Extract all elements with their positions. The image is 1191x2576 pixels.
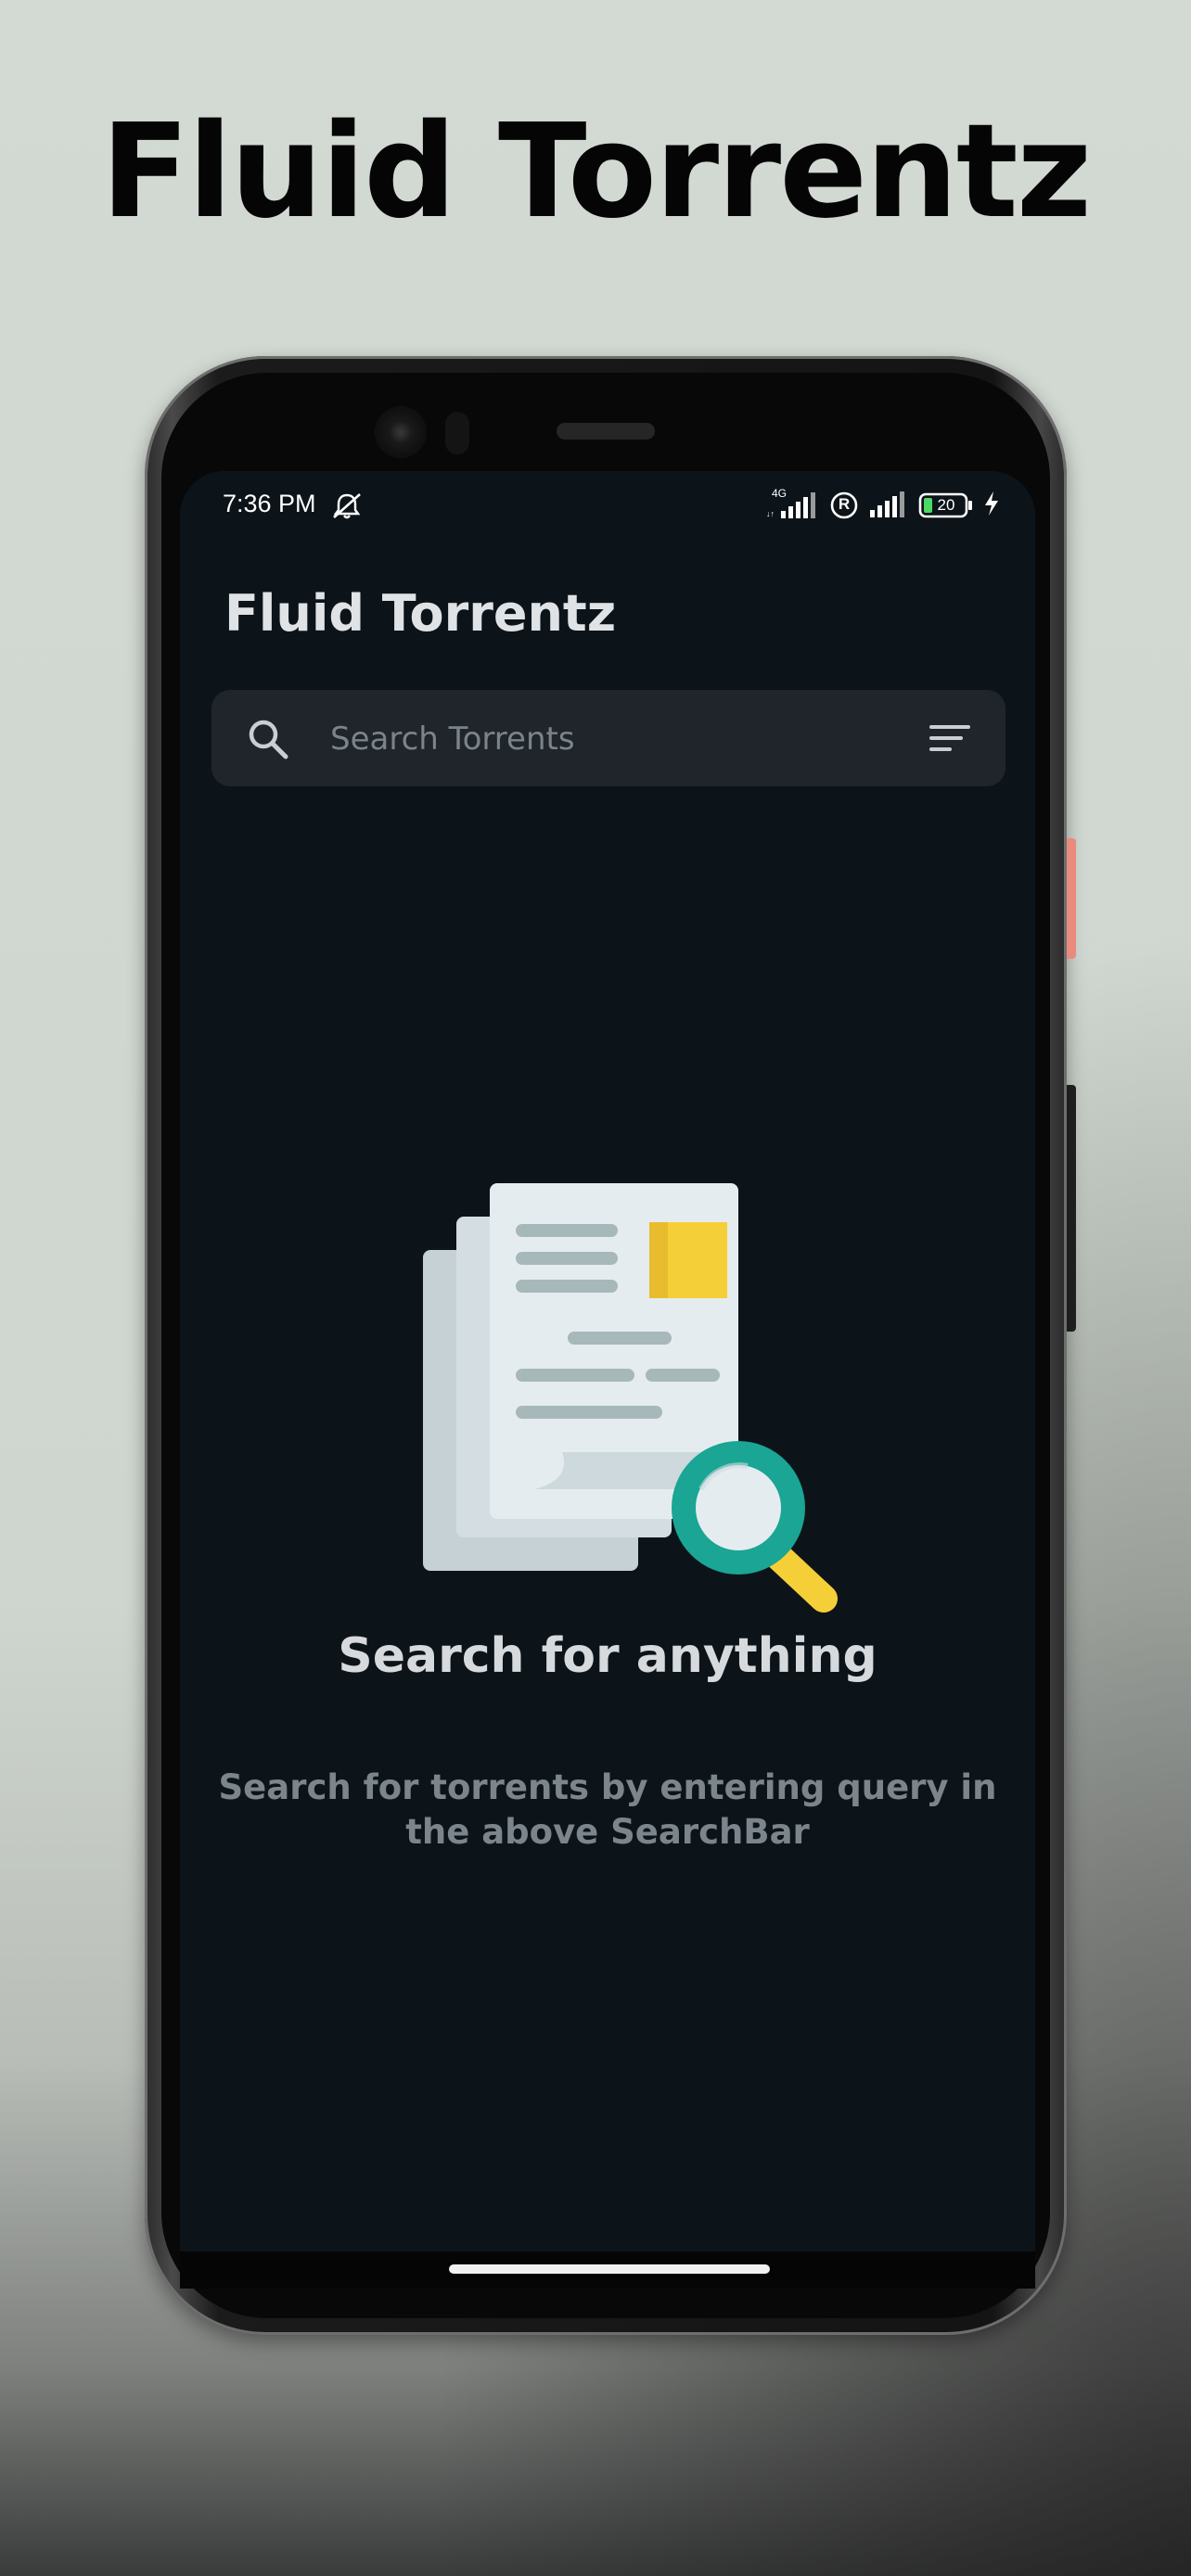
charging-bolt-icon [983,491,1000,520]
home-indicator[interactable] [449,2264,770,2274]
signal-icon: 4G ↓↑ [766,487,820,522]
signal-icon [868,488,909,523]
status-icons: 4G ↓↑ R 20 [766,487,1000,523]
dnd-bell-off-icon [330,491,364,525]
roaming-icon: R [829,491,859,520]
front-camera [375,406,427,458]
proximity-sensor [445,412,469,454]
battery-icon: 20 [918,491,974,519]
earpiece-speaker [557,423,655,440]
search-bar[interactable] [211,690,1005,786]
search-icon[interactable] [245,716,291,766]
documents-magnifier-illustration [423,1183,850,1623]
svg-text:↓↑: ↓↑ [766,509,775,518]
roaming-badge: R [838,495,851,513]
app-screen: 7:36 PM 4G ↓↑ R 20 Fluid Torrentz Search… [180,471,1035,2251]
app-title: Fluid Torrentz [224,584,617,643]
status-bar: 7:36 PM 4G ↓↑ R 20 [180,471,1035,542]
search-input[interactable] [328,710,889,768]
filter-list-icon[interactable] [929,723,970,757]
empty-state-subtitle: Search for torrents by entering query in… [218,1767,997,1852]
status-time: 7:36 PM [223,490,316,517]
battery-level: 20 [937,496,955,514]
power-button [1067,838,1076,959]
empty-state-title: Search for anything [338,1628,877,1684]
volume-button [1067,1085,1076,1332]
promo-title: Fluid Torrentz [100,96,1092,248]
